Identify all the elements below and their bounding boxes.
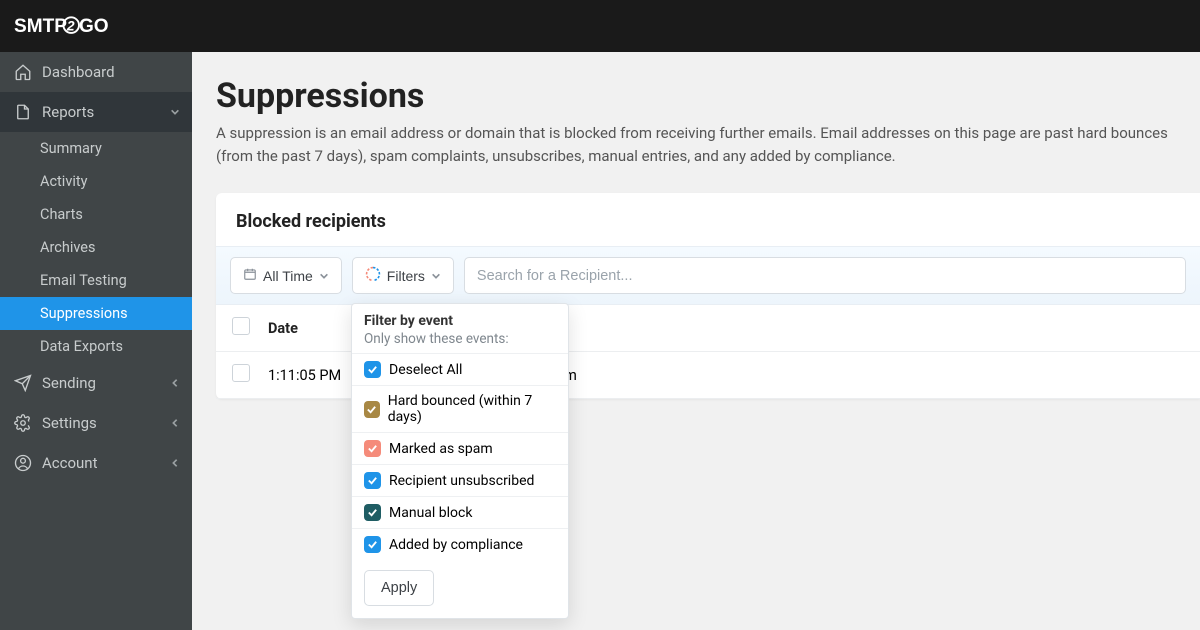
check-icon xyxy=(364,536,381,553)
svg-text:SMTP: SMTP xyxy=(14,16,67,37)
page-description: A suppression is an email address or dom… xyxy=(216,122,1176,167)
chevron-down-icon xyxy=(431,268,441,284)
sidebar-item-account[interactable]: Account xyxy=(0,443,192,483)
filter-option-label: Hard bounced (within 7 days) xyxy=(388,393,556,425)
sidebar-item-charts[interactable]: Charts xyxy=(0,198,192,231)
gear-icon xyxy=(14,414,32,432)
filter-heading: Filter by event xyxy=(352,304,568,331)
nav-label: Settings xyxy=(42,414,97,432)
filter-option-unsubscribed[interactable]: Recipient unsubscribed xyxy=(352,464,568,496)
apply-button[interactable]: Apply xyxy=(364,570,434,606)
filter-option-compliance[interactable]: Added by compliance xyxy=(352,528,568,560)
filter-option-marked-spam[interactable]: Marked as spam xyxy=(352,432,568,464)
sidebar: Dashboard Reports Summary Activity Chart… xyxy=(0,52,192,630)
sidebar-item-archives[interactable]: Archives xyxy=(0,231,192,264)
logo: SMTP GO2 xyxy=(14,13,135,39)
filter-option-label: Deselect All xyxy=(389,362,462,378)
filters-label: Filters xyxy=(387,268,425,284)
select-all-checkbox[interactable] xyxy=(232,317,250,335)
check-icon xyxy=(364,401,380,418)
filter-circle-icon xyxy=(365,266,381,285)
sidebar-item-settings[interactable]: Settings xyxy=(0,403,192,443)
chevron-right-icon xyxy=(170,414,180,432)
row-email: go.com xyxy=(528,367,1184,384)
sidebar-item-sending[interactable]: Sending xyxy=(0,363,192,403)
sidebar-item-data-exports[interactable]: Data Exports xyxy=(0,330,192,363)
filter-option-label: Manual block xyxy=(389,505,472,521)
topbar: SMTP GO2 xyxy=(0,0,1200,52)
toolbar: All Time Filters Filter by event Only sh… xyxy=(216,246,1200,305)
calendar-icon xyxy=(243,267,257,284)
send-icon xyxy=(14,374,32,392)
filter-apply-area: Apply xyxy=(352,560,568,618)
sidebar-item-email-testing[interactable]: Email Testing xyxy=(0,264,192,297)
check-icon xyxy=(364,472,381,489)
time-filter-button[interactable]: All Time xyxy=(230,257,342,294)
main-content: Suppressions A suppression is an email a… xyxy=(192,52,1200,630)
home-icon xyxy=(14,63,32,81)
nav-label: Reports xyxy=(42,103,94,121)
sidebar-item-reports[interactable]: Reports xyxy=(0,92,192,132)
sidebar-item-summary[interactable]: Summary xyxy=(0,132,192,165)
nav-label: Account xyxy=(42,454,98,472)
check-icon xyxy=(364,361,381,378)
filter-option-label: Marked as spam xyxy=(389,441,493,457)
chevron-down-icon xyxy=(170,103,180,121)
chevron-down-icon xyxy=(319,268,329,284)
nav-label: Dashboard xyxy=(42,63,115,81)
sidebar-item-activity[interactable]: Activity xyxy=(0,165,192,198)
filter-deselect-all[interactable]: Deselect All xyxy=(352,353,568,385)
filters-button[interactable]: Filters xyxy=(352,257,454,294)
filter-option-manual-block[interactable]: Manual block xyxy=(352,496,568,528)
blocked-recipients-card: Blocked recipients All Time Filters Filt… xyxy=(216,193,1200,399)
svg-text:GO: GO xyxy=(79,16,109,37)
chevron-right-icon xyxy=(170,454,180,472)
search-input[interactable] xyxy=(464,257,1186,294)
filter-subheading: Only show these events: xyxy=(352,331,568,353)
filter-dropdown: Filter by event Only show these events: … xyxy=(351,303,569,619)
filter-option-label: Recipient unsubscribed xyxy=(389,473,534,489)
sidebar-item-suppressions[interactable]: Suppressions xyxy=(0,297,192,330)
row-checkbox[interactable] xyxy=(232,364,250,382)
user-icon xyxy=(14,454,32,472)
time-filter-label: All Time xyxy=(263,268,313,284)
file-icon xyxy=(14,103,32,121)
chevron-right-icon xyxy=(170,374,180,392)
filter-option-label: Added by compliance xyxy=(389,537,523,553)
check-icon xyxy=(364,504,381,521)
sidebar-item-dashboard[interactable]: Dashboard xyxy=(0,52,192,92)
card-title: Blocked recipients xyxy=(216,193,1200,246)
nav-label: Sending xyxy=(42,374,96,392)
page-title: Suppressions xyxy=(216,76,1200,116)
svg-text:2: 2 xyxy=(66,17,75,33)
filter-option-hard-bounced[interactable]: Hard bounced (within 7 days) xyxy=(352,385,568,432)
check-icon xyxy=(364,440,381,457)
